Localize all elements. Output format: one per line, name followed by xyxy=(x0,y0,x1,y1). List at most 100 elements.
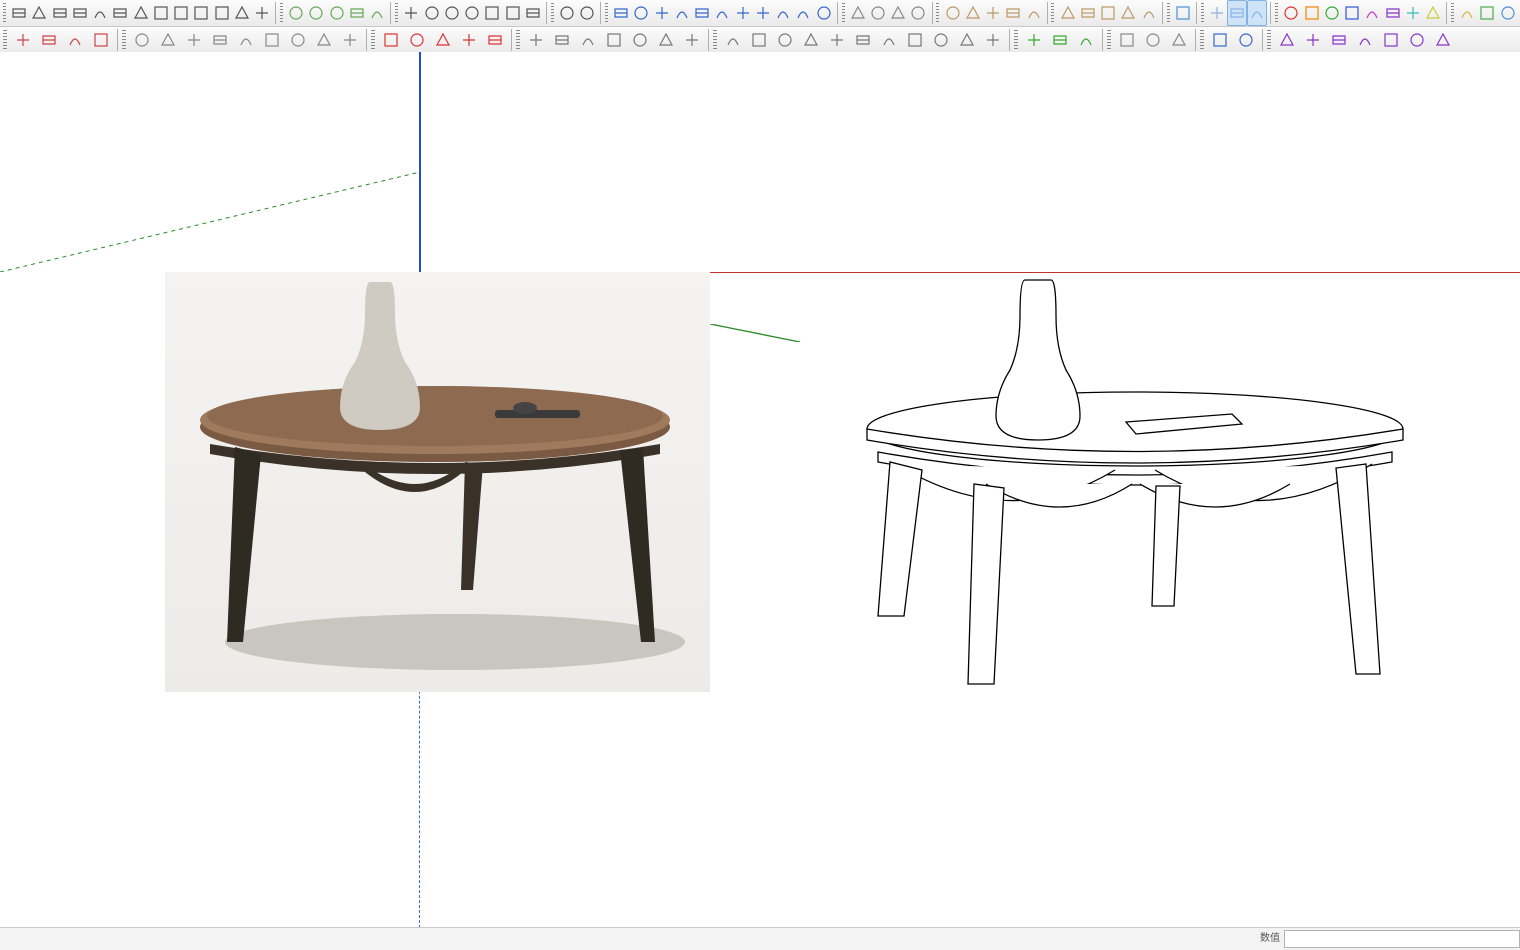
box-b-button[interactable] xyxy=(1227,0,1247,26)
tex-f-button[interactable] xyxy=(850,27,876,53)
look-button[interactable] xyxy=(773,0,793,26)
bz-a-button[interactable] xyxy=(1274,27,1300,53)
component-c-button[interactable] xyxy=(983,0,1003,26)
curve-a-button[interactable] xyxy=(129,27,155,53)
bz-d-button[interactable] xyxy=(1352,27,1378,53)
offset-button[interactable] xyxy=(367,0,387,26)
solid-d-button[interactable] xyxy=(601,27,627,53)
toolbar-grip[interactable] xyxy=(1107,30,1111,50)
arc-button[interactable] xyxy=(70,0,90,26)
toolbar-grip[interactable] xyxy=(551,3,554,23)
solid-g-button[interactable] xyxy=(679,27,705,53)
previous-button[interactable] xyxy=(712,0,732,26)
circle-button[interactable] xyxy=(131,0,151,26)
toolbar-grip[interactable] xyxy=(280,3,283,23)
toolbar-grip[interactable] xyxy=(713,30,717,50)
color-red-button[interactable] xyxy=(1281,0,1301,26)
toolbar-grip[interactable] xyxy=(1200,30,1204,50)
measurements-input[interactable] xyxy=(1284,930,1520,948)
toolbar-grip[interactable] xyxy=(605,3,608,23)
rotate-button[interactable] xyxy=(327,0,347,26)
toolbar-grip[interactable] xyxy=(1014,30,1018,50)
model-table[interactable] xyxy=(860,274,1410,704)
pushpull-button[interactable] xyxy=(286,0,306,26)
box-c-button[interactable] xyxy=(1247,0,1267,26)
zoom-extents-button[interactable] xyxy=(672,0,692,26)
curve-f-button[interactable] xyxy=(259,27,285,53)
toolbar-grip[interactable] xyxy=(3,3,6,23)
grid-a-button[interactable] xyxy=(1207,27,1233,53)
plugin-d-button[interactable] xyxy=(88,27,114,53)
tex-k-button[interactable] xyxy=(980,27,1006,53)
followme-button[interactable] xyxy=(401,0,421,26)
wire-button[interactable] xyxy=(908,0,928,26)
scene-prev-button[interactable] xyxy=(1098,0,1118,26)
scene-update-button[interactable] xyxy=(1078,0,1098,26)
env-a-button[interactable] xyxy=(1021,27,1047,53)
unhide-button[interactable] xyxy=(868,0,888,26)
tex-j-button[interactable] xyxy=(954,27,980,53)
rect-button[interactable] xyxy=(110,0,130,26)
walk-button[interactable] xyxy=(793,0,813,26)
plugin-a-button[interactable] xyxy=(10,27,36,53)
position-camera-button[interactable] xyxy=(753,0,773,26)
outershell-button[interactable] xyxy=(421,0,441,26)
zoom-window-button[interactable] xyxy=(692,0,712,26)
subtract-button[interactable] xyxy=(482,0,502,26)
union-button[interactable] xyxy=(462,0,482,26)
toolbar-grip[interactable] xyxy=(1167,3,1170,23)
solid-c-button[interactable] xyxy=(575,27,601,53)
eraser-button[interactable] xyxy=(171,0,191,26)
curve-g-button[interactable] xyxy=(285,27,311,53)
dim-e-button[interactable] xyxy=(482,27,508,53)
curve-i-button[interactable] xyxy=(337,27,363,53)
poly-a-button[interactable] xyxy=(1114,27,1140,53)
scale-button[interactable] xyxy=(347,0,367,26)
select-button[interactable] xyxy=(9,0,29,26)
tex-i-button[interactable] xyxy=(928,27,954,53)
viewport[interactable] xyxy=(0,52,1520,928)
curve-e-button[interactable] xyxy=(233,27,259,53)
trim-button[interactable] xyxy=(502,0,522,26)
arrow-right-button[interactable] xyxy=(1173,0,1193,26)
dim-c-button[interactable] xyxy=(430,27,456,53)
component-e-button[interactable] xyxy=(1023,0,1043,26)
plugin-b-button[interactable] xyxy=(36,27,62,53)
tex-e-button[interactable] xyxy=(824,27,850,53)
tex-b-button[interactable] xyxy=(746,27,772,53)
toolbar-grip[interactable] xyxy=(395,3,398,23)
component-b-button[interactable] xyxy=(963,0,983,26)
cube-a-button[interactable] xyxy=(1457,0,1477,26)
tex-a-button[interactable] xyxy=(720,27,746,53)
mirror-button[interactable] xyxy=(577,0,597,26)
layers-button[interactable] xyxy=(29,0,49,26)
bz-e-button[interactable] xyxy=(1378,27,1404,53)
tex-d-button[interactable] xyxy=(798,27,824,53)
box-a-button[interactable] xyxy=(1207,0,1227,26)
color-blue-button[interactable] xyxy=(1342,0,1362,26)
curve-h-button[interactable] xyxy=(311,27,337,53)
bz-b-button[interactable] xyxy=(1300,27,1326,53)
next-button[interactable] xyxy=(733,0,753,26)
polygon-button[interactable] xyxy=(151,0,171,26)
toolbar-grip[interactable] xyxy=(516,30,520,50)
bz-f-button[interactable] xyxy=(1404,27,1430,53)
paint-button[interactable] xyxy=(212,0,232,26)
color-green-button[interactable] xyxy=(1322,0,1342,26)
toolbar-grip[interactable] xyxy=(3,30,7,50)
cube-b-button[interactable] xyxy=(1477,0,1497,26)
scene-add-button[interactable] xyxy=(1057,0,1077,26)
bz-g-button[interactable] xyxy=(1430,27,1456,53)
tex-c-button[interactable] xyxy=(772,27,798,53)
color-yellow-button[interactable] xyxy=(1423,0,1443,26)
solid-b-button[interactable] xyxy=(549,27,575,53)
split-button[interactable] xyxy=(523,0,543,26)
toolbar-grip[interactable] xyxy=(1267,30,1271,50)
curve-b-button[interactable] xyxy=(155,27,181,53)
bz-c-button[interactable] xyxy=(1326,27,1352,53)
poly-c-button[interactable] xyxy=(1166,27,1192,53)
line-button[interactable] xyxy=(50,0,70,26)
dim-d-button[interactable] xyxy=(456,27,482,53)
scene-list-button[interactable] xyxy=(1138,0,1158,26)
toolbar-grip[interactable] xyxy=(936,3,939,23)
